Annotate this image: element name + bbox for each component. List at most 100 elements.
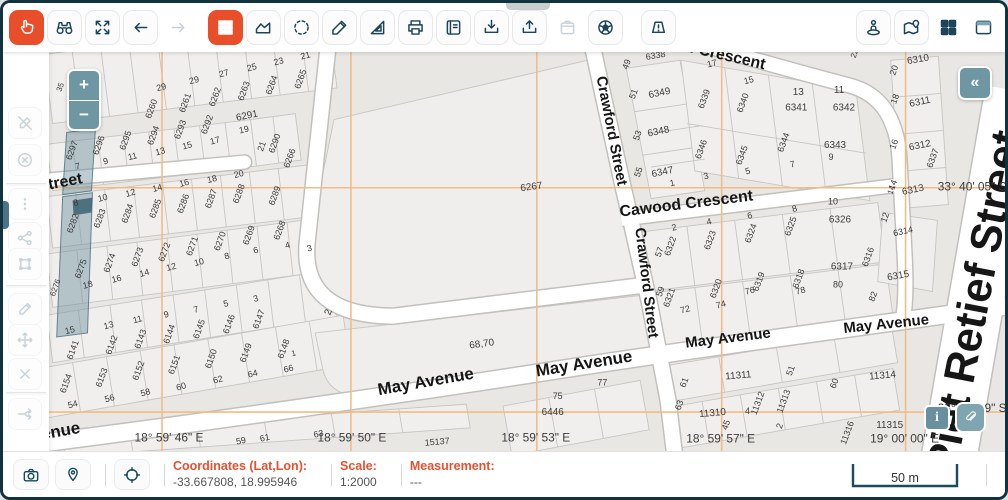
map-label: 4 bbox=[745, 406, 750, 416]
window-panel-icon bbox=[975, 20, 991, 35]
share-nodes-icon bbox=[17, 230, 32, 246]
map-label: 6446 bbox=[542, 407, 565, 418]
map-label: 75 bbox=[553, 391, 563, 401]
status-bar: Coordinates (Lat,Lon): -33.667808, 18.99… bbox=[3, 451, 1005, 497]
statusbar-separator bbox=[105, 463, 106, 486]
map-label: 6341 bbox=[785, 103, 808, 114]
upload-icon bbox=[522, 20, 537, 34]
road-warning-button[interactable] bbox=[641, 10, 676, 45]
map-label: 61 bbox=[259, 432, 271, 444]
upload-button[interactable] bbox=[512, 10, 547, 45]
scale-value: 1:2000 bbox=[340, 474, 377, 489]
expand-icon bbox=[95, 20, 110, 35]
street-view-button[interactable] bbox=[856, 10, 891, 45]
split-branch-button[interactable] bbox=[8, 398, 42, 430]
statusbar-separator bbox=[331, 463, 333, 486]
dashed-circle-icon bbox=[294, 20, 309, 35]
screenshot-button[interactable] bbox=[13, 459, 49, 490]
grid-layout-toggle-button[interactable] bbox=[932, 12, 964, 44]
back-button[interactable] bbox=[123, 10, 158, 45]
map-label: 18° 59' 50" E bbox=[317, 431, 386, 445]
attachment-button[interactable] bbox=[955, 402, 986, 433]
crosshair-icon bbox=[123, 466, 141, 483]
map-label: 59 bbox=[235, 435, 247, 447]
pencil-edit-button[interactable] bbox=[8, 293, 42, 325]
info-button[interactable]: i bbox=[924, 405, 950, 431]
map-canvas[interactable]: Nelson StreetCawood CrescentCawood Cresc… bbox=[3, 3, 1005, 497]
map-label: 33° 40' 05" S bbox=[938, 180, 1005, 194]
map-with-pin-icon bbox=[903, 19, 920, 35]
hand-select-button[interactable] bbox=[9, 10, 44, 45]
sidebar-divider bbox=[6, 392, 46, 393]
hand-select-icon bbox=[20, 19, 34, 34]
book-legend-button[interactable] bbox=[436, 10, 471, 45]
area-chart-icon bbox=[255, 22, 271, 34]
street-view-person-icon bbox=[867, 19, 880, 36]
collapse-panel-button[interactable]: « bbox=[958, 66, 992, 100]
map-label: 13 bbox=[793, 87, 805, 98]
forward-button[interactable] bbox=[161, 10, 196, 45]
measurement-label: Measurement: bbox=[409, 459, 495, 474]
toolbar-left-group bbox=[9, 10, 676, 45]
print-button[interactable] bbox=[398, 10, 433, 45]
location-pin-button[interactable] bbox=[55, 459, 91, 490]
soccer-ball-icon bbox=[598, 20, 613, 35]
soccer-ball-button[interactable] bbox=[588, 10, 623, 45]
map-label: 18° 59' 57" E bbox=[686, 432, 755, 446]
set-square-measure-button[interactable] bbox=[360, 10, 395, 45]
zoom-control: + − bbox=[67, 69, 101, 131]
paperclip-icon bbox=[966, 411, 976, 421]
pencil-draw-button[interactable] bbox=[322, 10, 357, 45]
archive-button[interactable] bbox=[550, 10, 585, 45]
map-label: 9 bbox=[829, 152, 834, 162]
download-button[interactable] bbox=[474, 10, 509, 45]
coordinates-field: Coordinates (Lat,Lon): -33.667808, 18.99… bbox=[173, 459, 307, 490]
toolbar-right-group bbox=[856, 10, 999, 45]
camera-icon bbox=[23, 468, 39, 482]
archive-icon bbox=[560, 20, 575, 35]
pen-slash-icon bbox=[18, 116, 32, 130]
dots-vertical-button[interactable] bbox=[8, 188, 42, 220]
delete-x-button[interactable] bbox=[8, 358, 42, 390]
scale-label: Scale: bbox=[340, 459, 377, 474]
dashed-circle-select-button[interactable] bbox=[284, 10, 319, 45]
map-label: 11 bbox=[834, 85, 845, 96]
panel-toggle-button[interactable] bbox=[967, 12, 999, 44]
map-label: 77 bbox=[597, 377, 607, 387]
map-label: 6343 bbox=[824, 140, 847, 151]
close-x-icon bbox=[20, 369, 30, 379]
statusbar-separator bbox=[164, 463, 165, 486]
area-chart-button[interactable] bbox=[246, 10, 281, 45]
zoom-out-button[interactable]: − bbox=[69, 101, 99, 130]
pencil-icon bbox=[332, 20, 347, 35]
sidebar-divider bbox=[6, 285, 46, 286]
center-target-button[interactable] bbox=[114, 459, 150, 490]
top-panel-handle[interactable] bbox=[506, 3, 550, 10]
polygon-select-button[interactable] bbox=[8, 248, 42, 280]
measurement-value: --- bbox=[409, 474, 422, 489]
sidebar-divider bbox=[6, 183, 46, 184]
map-label: 11311 bbox=[725, 369, 753, 382]
map-label: 6342 bbox=[833, 103, 856, 114]
circle-x-icon bbox=[18, 153, 32, 167]
move-button[interactable] bbox=[8, 324, 42, 356]
map-label: 80 bbox=[833, 280, 843, 290]
measurement-field: Measurement: --- bbox=[410, 459, 495, 490]
map-label: 19° 00' 00" E bbox=[870, 432, 939, 446]
expand-extent-button[interactable] bbox=[85, 10, 120, 45]
binoculars-search-button[interactable] bbox=[47, 10, 82, 45]
left-panel-handle[interactable] bbox=[3, 201, 9, 229]
map-with-pin-button[interactable] bbox=[894, 10, 929, 45]
road-warning-icon bbox=[651, 21, 666, 34]
zoom-in-button[interactable]: + bbox=[69, 71, 99, 101]
map-label: 6326 bbox=[829, 214, 852, 225]
statusbar-separator bbox=[986, 463, 987, 486]
printer-icon bbox=[408, 20, 423, 35]
pen-slash-button[interactable] bbox=[8, 107, 42, 139]
map-label: 19 bbox=[238, 124, 250, 136]
map-label: 63 bbox=[313, 428, 325, 440]
grid-layers-button[interactable] bbox=[208, 10, 243, 45]
scale-bar-label: 50 m bbox=[891, 471, 919, 485]
edit-tools-sidebar bbox=[3, 52, 49, 452]
circle-x-button[interactable] bbox=[8, 144, 42, 176]
